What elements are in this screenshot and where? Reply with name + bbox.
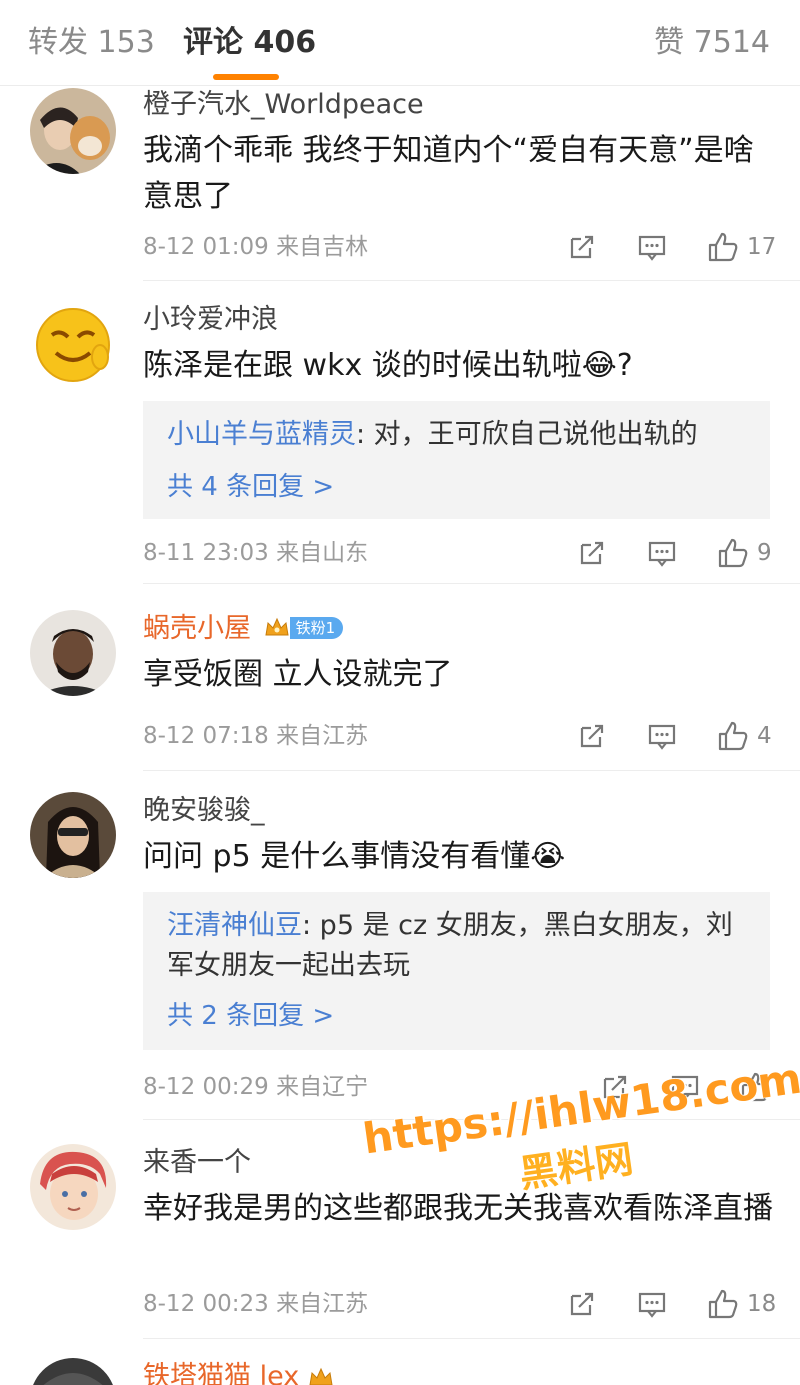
reply-line: 汪清神仙豆: p5 是 cz 女朋友，黑白女朋友，刘军女朋友一起出去玩 [167,906,747,986]
comment-divider [143,770,800,771]
fan-badge: 铁粉1 [264,611,344,645]
comment-text: 陈泽是在跟 wkx 谈的时候出轨啦😂? [143,348,633,383]
badge-label: 铁粉1 [289,617,344,639]
share-icon[interactable] [577,719,607,753]
reply-box[interactable]: 汪清神仙豆: p5 是 cz 女朋友，黑白女朋友，刘军女朋友一起出去玩 共 2 … [143,892,770,1050]
comment-text: 我滴个乖乖 我终于知道内个“爱自有天意”是啥意思了 [143,133,754,214]
crown-icon [309,1367,333,1385]
view-replies-link[interactable]: 共 2 条回复 > [167,998,334,1034]
comment-actions: 4 [577,719,772,753]
comment-text: 问问 p5 是什么事情没有看懂😭 [143,839,566,874]
share-icon[interactable] [567,230,597,264]
username[interactable]: 蜗壳小屋 铁粉1 [143,611,344,647]
comment-icon[interactable] [637,230,667,264]
reply-username[interactable]: 汪清神仙豆 [167,910,302,941]
comment-icon[interactable] [637,1287,667,1321]
comment-meta: 8-12 01:09 来自吉林 [143,234,369,260]
watermark-name: 黑料网 [516,1136,636,1197]
crown-icon [265,617,289,636]
like-icon[interactable] [707,1287,739,1321]
reply-text: : 对，王可欣自己说他出轨的 [356,419,698,450]
username[interactable]: 晚安骏骏_ [143,794,265,828]
like-icon[interactable] [717,536,749,570]
comment-item: 蜗壳小屋 铁粉1 享受饭圈 立人设就完了 8-12 07:18 来自江苏 4 [0,590,800,771]
comment-divider [143,583,800,584]
comment-item: 橙子汽水_Worldpeace 我滴个乖乖 我终于知道内个“爱自有天意”是啥意思… [0,86,800,281]
active-tab-indicator [213,74,279,80]
avatar[interactable] [30,792,116,878]
like-icon[interactable] [707,230,739,264]
avatar[interactable] [30,1358,116,1385]
tab-comments[interactable]: 评论 406 [183,22,316,64]
username[interactable]: 铁塔猫猫 lex [143,1360,334,1385]
comment-icon[interactable] [647,536,677,570]
view-replies-link[interactable]: 共 4 条回复 > [167,469,334,505]
reply-username[interactable]: 小山羊与蓝精灵 [167,419,356,450]
like-icon[interactable] [717,719,749,753]
avatar[interactable] [30,610,116,696]
username[interactable]: 小玲爱冲浪 [143,303,278,337]
comment-item: 小玲爱冲浪 陈泽是在跟 wkx 谈的时候出轨啦😂? 小山羊与蓝精灵: 对，王可欣… [0,295,800,584]
comment-divider [143,1338,800,1339]
reply-line: 小山羊与蓝精灵: 对，王可欣自己说他出轨的 [167,415,747,455]
comment-meta: 8-12 00:29 来自辽宁 [143,1074,369,1100]
share-icon[interactable] [567,1287,597,1321]
comment-actions: 18 [567,1287,776,1321]
username-text: 铁塔猫猫 lex [143,1361,300,1385]
avatar[interactable] [30,1144,116,1230]
share-icon[interactable] [577,536,607,570]
username-text: 蜗壳小屋 [143,613,251,644]
comment-meta: 8-12 07:18 来自江苏 [143,723,369,749]
like-count: 18 [747,1291,777,1317]
comment-meta: 8-12 00:23 来自江苏 [143,1291,369,1317]
comment-item: 铁塔猫猫 lex [0,1352,800,1385]
comment-icon[interactable] [647,719,677,753]
like-count: 4 [757,723,772,749]
comment-divider [143,280,800,281]
like-count: 17 [747,234,777,260]
username[interactable]: 橙子汽水_Worldpeace [143,88,424,122]
tab-bar: 转发 153 评论 406 赞 7514 [0,0,800,86]
comment-text: 享受饭圈 立人设就完了 [143,657,453,692]
comment-meta: 8-11 23:03 来自山东 [143,540,369,566]
avatar[interactable] [30,301,116,387]
reply-box[interactable]: 小山羊与蓝精灵: 对，王可欣自己说他出轨的 共 4 条回复 > [143,401,770,519]
tab-likes[interactable]: 赞 7514 [654,22,770,64]
avatar[interactable] [30,88,116,174]
comment-actions: 9 [577,536,772,570]
username[interactable]: 来香一个 [143,1146,251,1180]
like-count: 9 [757,540,772,566]
tab-repost[interactable]: 转发 153 [28,22,155,64]
comment-actions: 17 [567,230,776,264]
